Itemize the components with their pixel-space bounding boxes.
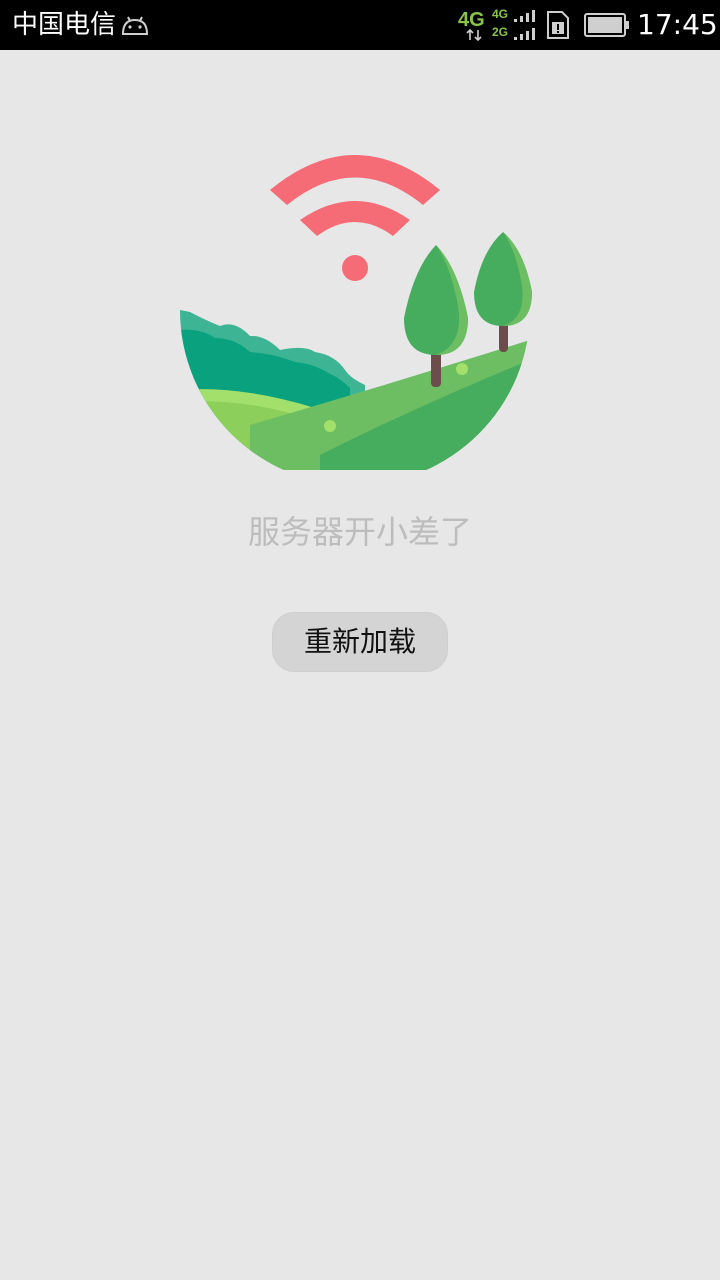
tree-icon bbox=[474, 232, 532, 352]
android-icon bbox=[121, 16, 149, 35]
signal-icon: 4G 2G bbox=[492, 7, 535, 40]
network-sub-label-1: 4G bbox=[492, 7, 508, 21]
reload-button[interactable]: 重新加载 bbox=[272, 612, 448, 672]
wifi-signal-icon bbox=[270, 155, 440, 281]
battery-icon bbox=[584, 13, 629, 37]
sim-alert-icon bbox=[547, 11, 569, 39]
no-connection-landscape-icon bbox=[180, 155, 532, 470]
error-message: 服务器开小差了 bbox=[247, 513, 472, 551]
status-bar: 中国电信 4G 4G 2G 17:45 bbox=[0, 0, 720, 50]
network-type-label: 4G bbox=[458, 9, 485, 31]
status-time: 17:45 bbox=[637, 8, 718, 41]
network-4g-icon: 4G bbox=[458, 9, 485, 42]
network-sub-label-2: 2G bbox=[492, 25, 508, 39]
carrier-name: 中国电信 bbox=[12, 10, 117, 40]
landscape bbox=[180, 310, 530, 470]
